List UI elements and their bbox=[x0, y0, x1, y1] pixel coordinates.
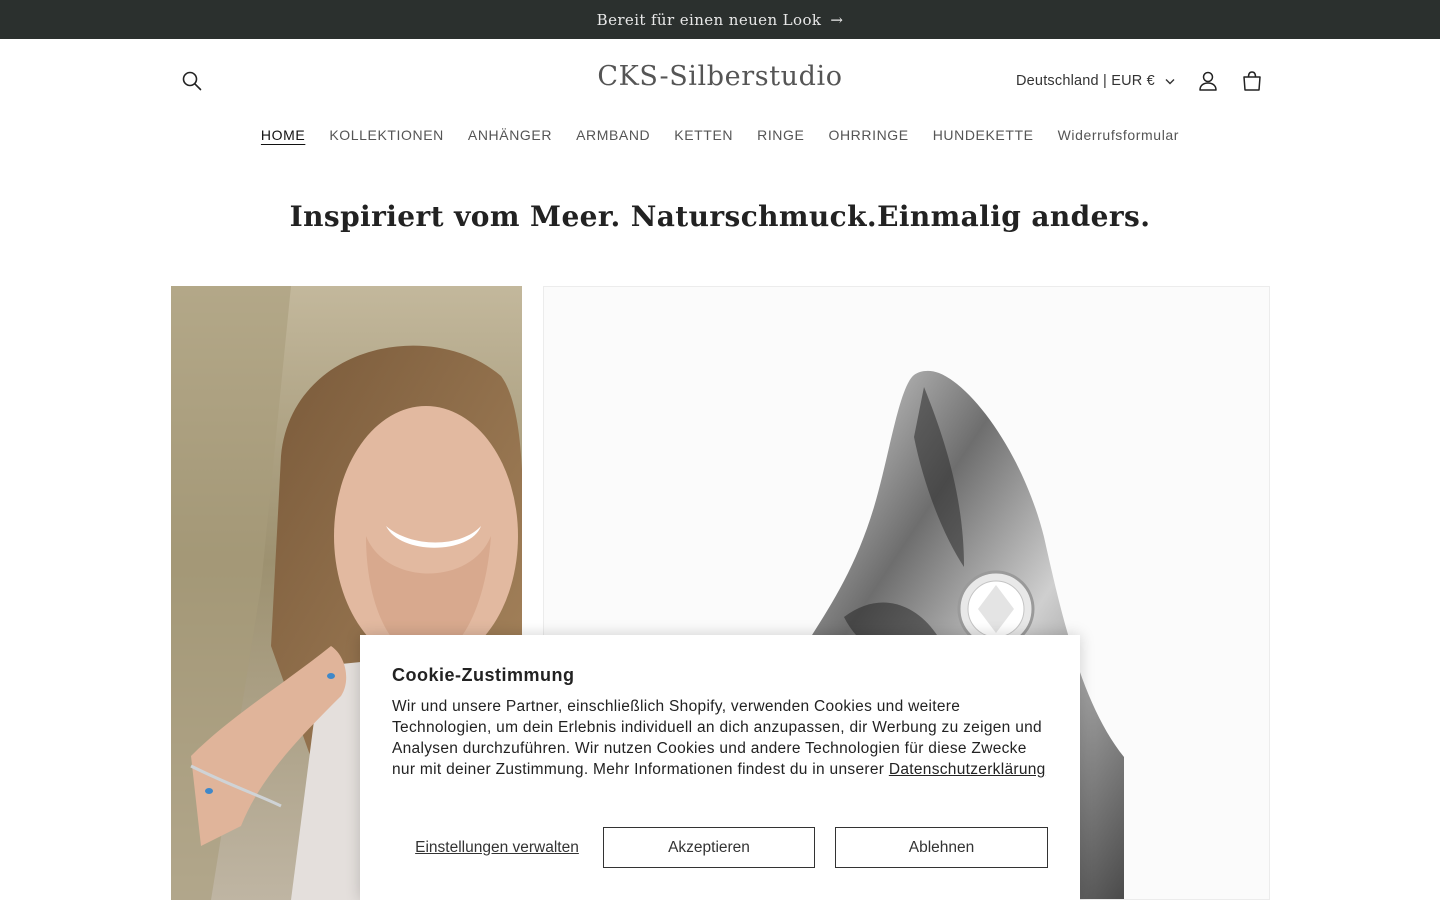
cookie-description: Wir und unsere Partner, einschließlich S… bbox=[392, 696, 1052, 780]
cookie-title: Cookie-Zustimmung bbox=[392, 665, 575, 685]
nav-item-anhaenger[interactable]: ANHÄNGER bbox=[456, 123, 564, 147]
site-header: CKS-Silberstudio Deutschland | EUR € HOM… bbox=[0, 39, 1440, 169]
cookie-actions: Einstellungen verwalten Akzeptieren Able… bbox=[392, 827, 1048, 868]
locale-label: Deutschland | EUR € bbox=[1016, 73, 1155, 89]
manage-settings-button[interactable]: Einstellungen verwalten bbox=[392, 827, 602, 868]
account-icon bbox=[1199, 71, 1217, 91]
hero-title: Inspiriert vom Meer. Naturschmuck.Einmal… bbox=[289, 200, 1151, 233]
nav-item-ohrringe[interactable]: OHRRINGE bbox=[816, 123, 920, 147]
accept-button[interactable]: Akzeptieren bbox=[603, 827, 815, 868]
nav-item-ringe[interactable]: RINGE bbox=[745, 123, 816, 147]
nav-item-kollektionen[interactable]: KOLLEKTIONEN bbox=[317, 123, 456, 147]
country-currency-selector[interactable]: Deutschland | EUR € bbox=[1016, 67, 1175, 95]
announcement-bar[interactable]: Bereit für einen neuen Look → bbox=[0, 0, 1440, 39]
account-button[interactable] bbox=[1188, 61, 1228, 101]
nav-item-armband[interactable]: ARMBAND bbox=[564, 123, 662, 147]
cookie-consent-banner: Cookie-Zustimmung Wir und unsere Partner… bbox=[360, 635, 1080, 900]
nav-item-hundekette[interactable]: HUNDEKETTE bbox=[921, 123, 1046, 147]
nav-item-widerrufsformular[interactable]: Widerrufsformular bbox=[1046, 123, 1191, 147]
nav-item-ketten[interactable]: KETTEN bbox=[662, 123, 745, 147]
cart-button[interactable] bbox=[1232, 61, 1272, 101]
chevron-down-icon bbox=[1165, 78, 1175, 85]
cart-icon bbox=[1243, 71, 1261, 91]
arrow-right-icon: → bbox=[830, 10, 844, 29]
announcement-text[interactable]: Bereit für einen neuen Look bbox=[597, 11, 822, 29]
decline-button[interactable]: Ablehnen bbox=[835, 827, 1048, 868]
nav-item-home[interactable]: HOME bbox=[249, 123, 317, 147]
privacy-policy-link[interactable]: Datenschutzerklärung bbox=[889, 761, 1046, 778]
logo-link[interactable]: CKS-Silberstudio bbox=[597, 61, 842, 92]
main-navigation: HOME KOLLEKTIONEN ANHÄNGER ARMBAND KETTE… bbox=[0, 123, 1440, 147]
